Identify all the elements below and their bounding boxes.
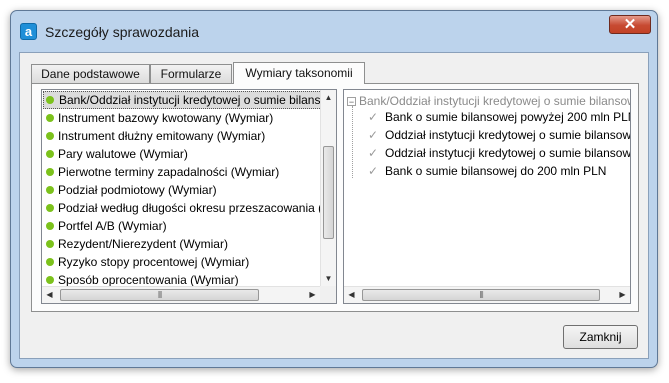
collapse-icon[interactable]: −	[347, 97, 356, 107]
scrollbar-corner	[320, 286, 336, 303]
list-item[interactable]: Portfel A/B (Wymiar)	[43, 217, 321, 235]
list-item-label: Podział podmiotowy (Wymiar)	[58, 183, 217, 197]
tree-horizontal-scroll-thumb[interactable]: ||||	[362, 289, 600, 301]
close-window-button[interactable]: ✕	[609, 15, 651, 34]
green-dot-icon	[46, 132, 54, 140]
list-item-label: Instrument bazowy kwotowany (Wymiar)	[58, 111, 274, 125]
list-item[interactable]: Instrument dłużny emitowany (Wymiar)	[43, 127, 321, 145]
list-item[interactable]: Sposób oprocentowania (Wymiar)	[43, 271, 321, 286]
tab-wymiary-taksonomii[interactable]: Wymiary taksonomii	[233, 62, 365, 84]
checkmark-icon[interactable]: ✓	[368, 147, 380, 159]
list-item[interactable]: Ryzyko stopy procentowej (Wymiar)	[43, 253, 321, 271]
list-item-label: Podział według długości okresu przeszaco…	[58, 201, 321, 215]
tab-dane-podstawowe[interactable]: Dane podstawowe	[31, 64, 150, 83]
checkmark-icon[interactable]: ✓	[368, 129, 380, 141]
grip-icon: ||||	[479, 291, 483, 299]
green-dot-icon	[46, 276, 54, 284]
list-horizontal-scrollbar[interactable]: ◀ |||| ▶	[42, 286, 320, 303]
tree-root-node[interactable]: − Bank/Oddział instytucji kredytowej o su…	[347, 93, 630, 109]
scroll-right-arrow-icon[interactable]: ▶	[305, 287, 320, 302]
grip-icon: ||||	[157, 291, 162, 299]
tab-panel: Bank/Oddział instytucji kredytowej o sum…	[31, 83, 639, 312]
dialog-content: Dane podstawowe Formularze Wymiary takso…	[19, 52, 649, 359]
list-item[interactable]: Rezydent/Nierezydent (Wymiar)	[43, 235, 321, 253]
scroll-left-arrow-icon[interactable]: ◀	[42, 287, 57, 302]
list-item-label: Rezydent/Nierezydent (Wymiar)	[58, 237, 228, 251]
tree-item-label: Bank o sumie bilansowej do 200 mln PLN	[385, 164, 607, 178]
checkmark-icon[interactable]: ✓	[368, 111, 380, 123]
dialog-window: a Szczegóły sprawozdania ✕ Dane podstawo…	[10, 10, 658, 368]
members-tree-viewport: − Bank/Oddział instytucji kredytowej o su…	[344, 90, 630, 286]
tree-item[interactable]: ✓ Bank o sumie bilansowej powyżej 200 mln…	[368, 108, 630, 126]
title-bar[interactable]: a Szczegóły sprawozdania ✕	[11, 11, 657, 53]
tree-horizontal-scrollbar[interactable]: ◀ |||| ▶	[344, 286, 630, 303]
tree-item[interactable]: ✓ Oddział instytucji kredytowej o sumie b…	[368, 144, 630, 162]
scroll-up-arrow-icon[interactable]: ▲	[321, 90, 336, 105]
list-item-label: Pary walutowe (Wymiar)	[58, 147, 188, 161]
list-item-label: Ryzyko stopy procentowej (Wymiar)	[58, 255, 250, 269]
window-title: Szczegóły sprawozdania	[45, 24, 200, 40]
list-item[interactable]: Pary walutowe (Wymiar)	[43, 145, 321, 163]
tree-root-label: Bank/Oddział instytucji kredytowej o sum…	[359, 94, 630, 108]
list-item[interactable]: Podział podmiotowy (Wymiar)	[43, 181, 321, 199]
tab-formularze[interactable]: Formularze	[150, 64, 232, 83]
tree-item-label: Oddział instytucji kredytowej o sumie bi…	[385, 128, 630, 142]
app-logo-icon: a	[20, 23, 37, 40]
tree-connector-line	[352, 106, 353, 178]
green-dot-icon	[46, 204, 54, 212]
list-item-label: Sposób oprocentowania (Wymiar)	[58, 273, 239, 286]
tree-item-label: Oddział instytucji kredytowej o sumie bi…	[385, 146, 630, 160]
green-dot-icon	[46, 150, 54, 158]
list-item[interactable]: Instrument bazowy kwotowany (Wymiar)	[43, 109, 321, 127]
list-item[interactable]: Pierwotne terminy zapadalności (Wymiar)	[43, 163, 321, 181]
close-button[interactable]: Zamknij	[563, 325, 638, 349]
list-item[interactable]: Bank/Oddział instytucji kredytowej o sum…	[43, 91, 321, 109]
list-vertical-scroll-thumb[interactable]	[323, 146, 334, 239]
list-item[interactable]: Podział według długości okresu przeszaco…	[43, 199, 321, 217]
green-dot-icon	[46, 222, 54, 230]
list-item-label: Pierwotne terminy zapadalności (Wymiar)	[58, 165, 280, 179]
tree-item-label: Bank o sumie bilansowej powyżej 200 mln …	[385, 110, 630, 124]
tree-item[interactable]: ✓ Oddział instytucji kredytowej o sumie b…	[368, 126, 630, 144]
scroll-left-arrow-icon[interactable]: ◀	[344, 287, 359, 302]
list-item-label: Bank/Oddział instytucji kredytowej o sum…	[59, 93, 321, 107]
list-item-label: Instrument dłużny emitowany (Wymiar)	[58, 129, 266, 143]
checkmark-icon[interactable]: ✓	[368, 165, 380, 177]
list-item-label: Portfel A/B (Wymiar)	[58, 219, 167, 233]
scroll-down-arrow-icon[interactable]: ▼	[321, 271, 336, 286]
green-dot-icon	[46, 168, 54, 176]
dimensions-list-viewport: Bank/Oddział instytucji kredytowej o sum…	[42, 90, 321, 286]
green-dot-icon	[46, 240, 54, 248]
green-dot-icon	[46, 96, 54, 104]
scroll-right-arrow-icon[interactable]: ▶	[615, 287, 630, 302]
list-vertical-scrollbar[interactable]: ▲ ▼	[320, 90, 336, 286]
green-dot-icon	[46, 114, 54, 122]
tree-item[interactable]: ✓ Bank o sumie bilansowej do 200 mln PLN	[368, 162, 607, 180]
green-dot-icon	[46, 258, 54, 266]
members-tree[interactable]: − Bank/Oddział instytucji kredytowej o su…	[343, 89, 631, 304]
list-horizontal-scroll-thumb[interactable]: ||||	[60, 289, 259, 301]
green-dot-icon	[46, 186, 54, 194]
dimensions-listbox[interactable]: Bank/Oddział instytucji kredytowej o sum…	[41, 89, 337, 304]
